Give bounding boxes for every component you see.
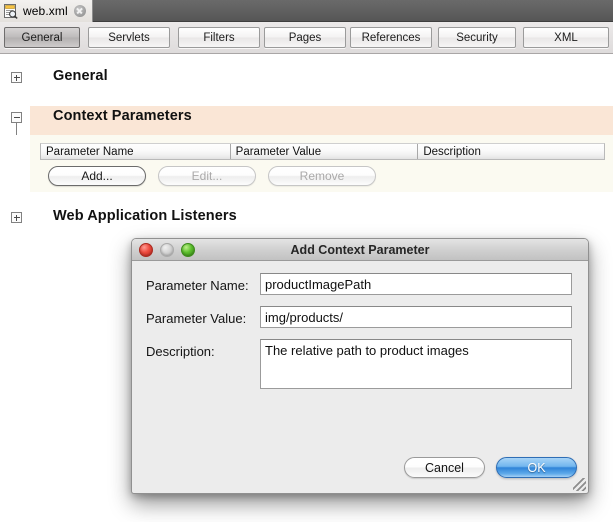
description-label: Description: — [146, 344, 215, 359]
cancel-button[interactable]: Cancel — [404, 457, 485, 478]
tab-references[interactable]: References — [350, 27, 432, 48]
tab-security[interactable]: Security — [438, 27, 516, 48]
section-title-web-application-listeners: Web Application Listeners — [53, 208, 237, 224]
file-tab-label: web.xml — [23, 4, 68, 18]
file-tab-close-icon[interactable] — [74, 5, 86, 17]
category-tab-bar: General Servlets FiltersPagesReferences Sec… — [0, 22, 613, 54]
dialog-title: Add Context Parameter — [132, 243, 588, 257]
expander-general[interactable] — [11, 72, 22, 83]
dialog-body: Parameter Name: productImagePath Paramet… — [132, 261, 588, 493]
section-title-context-parameters: Context Parameters — [53, 108, 192, 124]
parameter-name-input[interactable]: productImagePath — [260, 273, 572, 295]
application-window: web.xml General Servlets FiltersPagesRefer… — [0, 0, 613, 522]
table-column-header[interactable]: Parameter Name — [41, 144, 231, 159]
remove-button: Remove — [268, 166, 376, 186]
file-tab-strip: web.xml — [0, 0, 613, 22]
expander-connector-line — [16, 123, 17, 135]
edit-button: Edit... — [158, 166, 256, 186]
minimize-traffic-light-icon[interactable] — [160, 243, 174, 257]
parameter-value-label: Parameter Value: — [146, 311, 246, 326]
tab-filters[interactable]: Filters — [178, 27, 260, 48]
zoom-traffic-light-icon[interactable] — [181, 243, 195, 257]
table-column-header[interactable]: Description — [418, 144, 604, 159]
context-parameters-table-header: Parameter NameParameter ValueDescription — [40, 143, 605, 160]
parameter-value-input[interactable]: img/products/ — [260, 306, 572, 328]
ok-button[interactable]: OK — [496, 457, 577, 478]
table-column-header[interactable]: Parameter Value — [231, 144, 419, 159]
expander-web-application-listeners[interactable] — [11, 212, 22, 223]
window-traffic-lights — [139, 243, 195, 257]
xml-document-icon — [4, 4, 18, 19]
description-textarea[interactable]: The relative path to product images — [260, 339, 572, 389]
add-button[interactable]: Add... — [48, 166, 146, 186]
tab-servlets[interactable]: Servlets — [88, 27, 170, 48]
parameter-name-label: Parameter Name: — [146, 278, 249, 293]
tab-xml[interactable]: XML — [523, 27, 609, 48]
section-title-general: General — [53, 68, 108, 84]
close-traffic-light-icon[interactable] — [139, 243, 153, 257]
expander-context-parameters[interactable] — [11, 112, 22, 123]
add-context-parameter-dialog: Add Context Parameter Parameter Name: pr… — [131, 238, 589, 494]
dialog-title-bar[interactable]: Add Context Parameter — [132, 239, 588, 261]
resize-grip-icon[interactable] — [573, 478, 586, 491]
tab-pages[interactable]: Pages — [264, 27, 346, 48]
tab-general[interactable]: General — [4, 27, 80, 48]
file-tab-web-xml[interactable]: web.xml — [0, 0, 93, 22]
